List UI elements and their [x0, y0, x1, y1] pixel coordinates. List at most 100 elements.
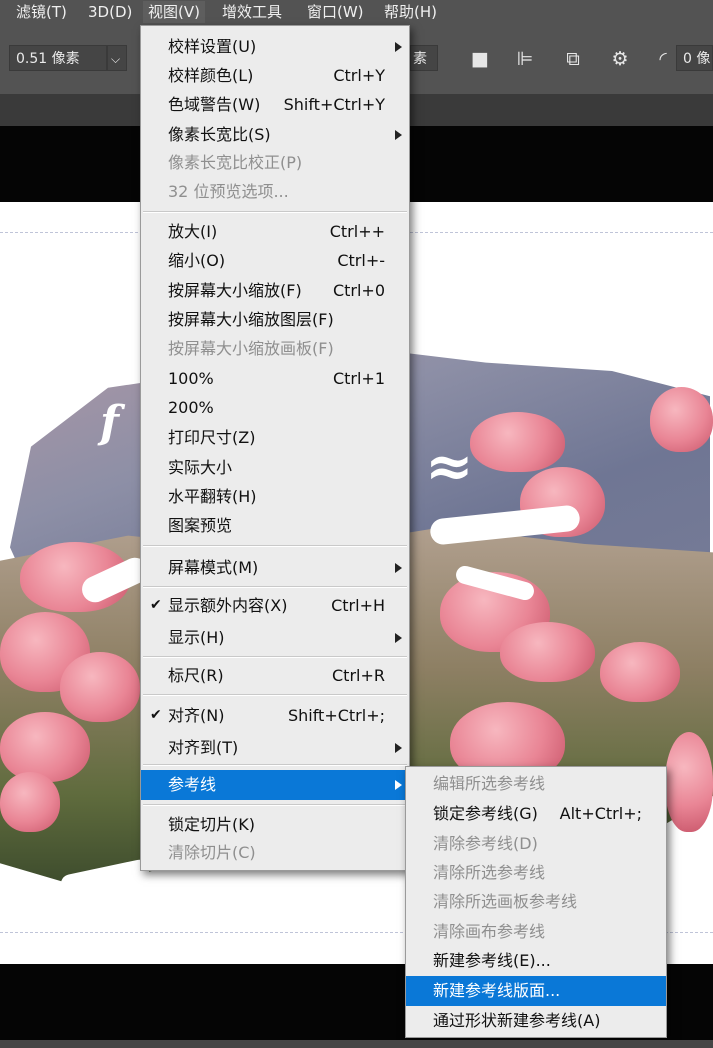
partial-field[interactable]: 素 [410, 45, 438, 71]
menu-item-screen-mode[interactable]: 屏幕模式(M) [141, 553, 409, 582]
menu-item-label: 按屏幕大小缩放画板(F) [168, 339, 334, 358]
menu-item-label: 锁定切片(K) [168, 815, 255, 834]
menu-item-show[interactable]: 显示(H) [141, 623, 409, 652]
tulip-flower [600, 642, 680, 702]
menu-item-fit-layers[interactable]: 按屏幕大小缩放图层(F) [141, 305, 409, 334]
menu-item-label: 按屏幕大小缩放(F) [168, 281, 302, 300]
tulip-flower [665, 732, 713, 832]
menu-item-label: 打印尺寸(Z) [168, 428, 256, 447]
menu-item-new-guides-from-shape[interactable]: 通过形状新建参考线(A) [406, 1006, 666, 1035]
view-menu: 校样设置(U) 校样颜色(L) Ctrl+Y 色域警告(W) Shift+Ctrl+… [140, 25, 410, 871]
menu-item-show-extras[interactable]: ✔ 显示额外内容(X) Ctrl+H [141, 591, 409, 620]
menu-item-label: 清除所选画板参考线 [433, 892, 578, 911]
shape-fill-icon[interactable]: ■ [465, 44, 495, 74]
corner-radius-field[interactable]: 0 像 [676, 45, 713, 71]
menu-item-label: 锁定参考线(G) [433, 804, 538, 823]
menu-item-proof-colors[interactable]: 校样颜色(L) Ctrl+Y [141, 61, 409, 90]
menu-item-label: 通过形状新建参考线(A) [433, 1011, 601, 1030]
menu-item-shortcut: Alt+Ctrl+; [559, 804, 642, 823]
menu-item-label: 水平翻转(H) [168, 487, 257, 506]
menu-item-actual-size[interactable]: 实际大小 [141, 453, 409, 482]
stroke-width-field[interactable]: 0.51 像素 [9, 45, 107, 71]
menu-item-flip-horizontal[interactable]: 水平翻转(H) [141, 482, 409, 511]
menu-view[interactable]: 视图(V) [143, 1, 205, 23]
menu-plugins[interactable]: 增效工具 [222, 1, 282, 23]
menu-separator [143, 764, 407, 766]
menu-item-label: 屏幕模式(M) [168, 558, 259, 577]
menu-separator [143, 586, 407, 588]
menu-item-snap-to[interactable]: 对齐到(T) [141, 733, 409, 762]
menu-item-label: 对齐到(T) [168, 738, 239, 757]
menu-item-new-guide-layout[interactable]: 新建参考线版面... [406, 976, 666, 1006]
menu-item-label: 清除参考线(D) [433, 834, 538, 853]
status-bar [0, 1040, 713, 1048]
menu-item-pattern-preview[interactable]: 图案预览 [141, 511, 409, 540]
menu-item-label: 图案预览 [168, 516, 233, 535]
menu-item-fit-on-screen[interactable]: 按屏幕大小缩放(F) Ctrl+0 [141, 276, 409, 305]
menu-item-clear-canvas-guides: 清除画布参考线 [406, 917, 666, 946]
menu-window[interactable]: 窗口(W) [307, 1, 364, 23]
submenu-arrow-icon [395, 780, 402, 790]
menu-item-label: 标尺(R) [168, 666, 224, 685]
menu-separator [143, 545, 407, 547]
menu-item-shortcut: Ctrl+0 [332, 281, 385, 300]
menu-item-shortcut: Shift+Ctrl+; [287, 706, 385, 725]
menu-item-label: 校样设置(U) [168, 37, 257, 56]
menu-item-shortcut: Ctrl+- [337, 251, 385, 270]
menu-item-zoom-out[interactable]: 缩小(O) Ctrl+- [141, 246, 409, 275]
decorative-script-glyph: ≈ [425, 432, 474, 500]
menu-help[interactable]: 帮助(H) [384, 1, 437, 23]
submenu-arrow-icon [395, 633, 402, 643]
menu-item-lock-guides[interactable]: 锁定参考线(G) Alt+Ctrl+; [406, 799, 666, 828]
menu-item-200-percent[interactable]: 200% [141, 393, 409, 422]
menu-item-new-guide[interactable]: 新建参考线(E)... [406, 946, 666, 975]
menu-item-clear-selected-guides: 清除所选参考线 [406, 858, 666, 887]
menu-item-label: 放大(I) [168, 222, 218, 241]
submenu-arrow-icon [395, 130, 402, 140]
menu-item-lock-slices[interactable]: 锁定切片(K) [141, 810, 409, 839]
menu-item-guides[interactable]: 参考线 [141, 770, 409, 800]
menu-item-proof-setup[interactable]: 校样设置(U) [141, 32, 409, 61]
menu-separator [143, 694, 407, 696]
submenu-arrow-icon [395, 42, 402, 52]
submenu-arrow-icon [395, 743, 402, 753]
submenu-arrow-icon [395, 563, 402, 573]
menu-item-label: 新建参考线(E)... [433, 951, 551, 970]
menu-item-label: 对齐(N) [168, 706, 225, 725]
menu-item-label: 清除所选参考线 [433, 863, 546, 882]
tulip-flower [60, 652, 140, 722]
menu-item-shortcut: Ctrl+1 [332, 369, 385, 388]
menu-item-snap[interactable]: ✔ 对齐(N) Shift+Ctrl+; [141, 701, 409, 730]
menu-item-label: 参考线 [168, 775, 217, 794]
menu-item-edit-selected-guides: 编辑所选参考线 [406, 769, 666, 798]
tulip-flower [470, 412, 565, 472]
menu-item-label: 像素长宽比(S) [168, 125, 271, 144]
menu-separator [143, 804, 407, 806]
menu-item-pixel-aspect-ratio[interactable]: 像素长宽比(S) [141, 120, 409, 149]
menu-item-label: 校样颜色(L) [168, 66, 254, 85]
menu-item-label: 清除切片(C) [168, 843, 256, 862]
tulip-flower [0, 712, 90, 782]
menu-item-gamut-warning[interactable]: 色域警告(W) Shift+Ctrl+Y [141, 90, 409, 119]
menu-item-100-percent[interactable]: 100% Ctrl+1 [141, 364, 409, 393]
menu-3d[interactable]: 3D(D) [88, 1, 132, 23]
menu-item-zoom-in[interactable]: 放大(I) Ctrl++ [141, 217, 409, 246]
menu-item-label: 显示(H) [168, 628, 225, 647]
menu-item-label: 32 位预览选项... [168, 182, 289, 201]
menu-item-shortcut: Ctrl+H [331, 596, 385, 615]
menu-item-print-size[interactable]: 打印尺寸(Z) [141, 423, 409, 452]
menu-item-label: 像素长宽比校正(P) [168, 153, 303, 172]
menu-item-label: 编辑所选参考线 [433, 774, 546, 793]
menu-filter[interactable]: 滤镜(T) [16, 1, 67, 23]
gear-icon[interactable]: ⚙ [605, 44, 635, 74]
align-icon[interactable]: ⊫ [510, 44, 540, 74]
menu-item-shortcut: Shift+Ctrl+Y [283, 95, 385, 114]
menu-item-pixel-aspect-correction: 像素长宽比校正(P) [141, 148, 409, 177]
menu-separator [143, 211, 407, 213]
stroke-width-dropdown[interactable]: ⌵ [107, 45, 127, 71]
tulip-flower [650, 387, 713, 452]
menu-item-rulers[interactable]: 标尺(R) Ctrl+R [141, 661, 409, 690]
checkmark-icon: ✔ [150, 597, 162, 613]
corner-radius-icon[interactable]: ◜ [648, 44, 678, 74]
arrange-layers-icon[interactable]: ⧉ [558, 44, 588, 74]
